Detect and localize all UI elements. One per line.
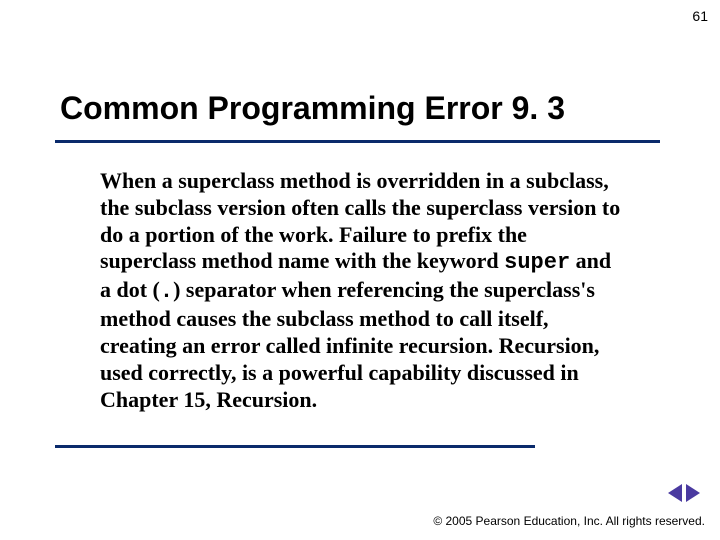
body-part3: ) separator when referencing the supercl… <box>100 277 599 411</box>
next-arrow-icon[interactable] <box>686 484 700 502</box>
keyword-dot: . <box>160 279 173 304</box>
slide-title: Common Programming Error 9. 3 <box>60 90 660 127</box>
page-number: 61 <box>692 8 708 24</box>
keyword-super: super <box>504 250 570 275</box>
copyright-symbol: © <box>433 514 442 528</box>
footer-copyright: © 2005 Pearson Education, Inc. All right… <box>433 514 705 528</box>
prev-arrow-icon[interactable] <box>668 484 682 502</box>
nav-arrows <box>668 484 700 502</box>
bottom-underline <box>55 445 535 448</box>
footer-text: 2005 Pearson Education, Inc. All rights … <box>442 514 705 528</box>
title-underline <box>55 140 660 143</box>
body-text: When a superclass method is overridden i… <box>100 168 625 413</box>
